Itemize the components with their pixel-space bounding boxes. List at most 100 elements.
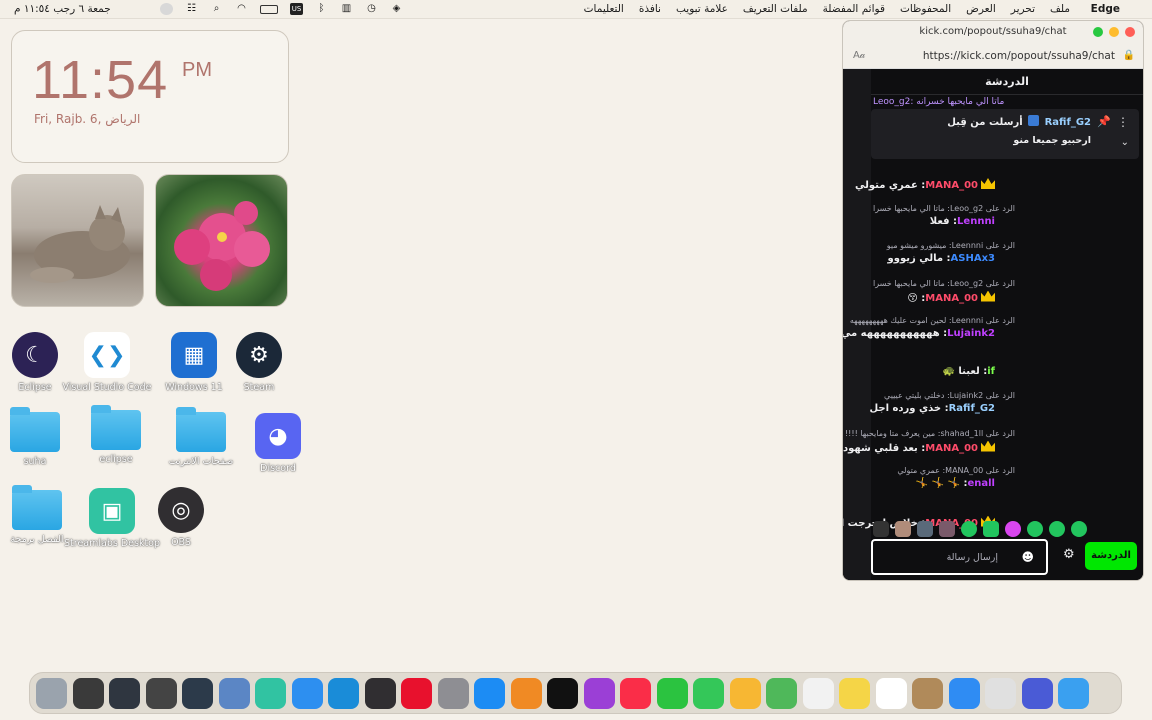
system-settings-icon[interactable] [437,677,469,709]
address-bar[interactable]: A𝒶 https://kick.com/popout/ssuha9/chat 🔒 [843,43,1143,69]
emote-icon[interactable] [1071,521,1087,537]
chat-username[interactable]: ASHAx3 [951,253,995,264]
window-thumb-1[interactable] [72,677,104,709]
control-center-icon[interactable]: ☷ [185,3,198,15]
window-titlebar[interactable]: kick.com/popout/ssuha9/chat [843,21,1143,43]
menu-profiles[interactable]: ملفات التعريف [743,3,808,15]
chevron-down-icon[interactable]: ⌄ [1121,137,1129,148]
facetime-icon[interactable] [656,677,688,709]
photos-icon[interactable] [729,677,761,709]
discord-app[interactable]: ◕ Discord [230,413,326,475]
emote-icon[interactable] [895,521,911,537]
menu-file[interactable]: ملف [1050,3,1070,15]
chat-username[interactable]: enall [967,478,995,489]
menu-history[interactable]: المحفوظات [900,3,951,15]
edge-icon[interactable] [328,677,359,709]
steam-app[interactable]: ⚙ Steam [211,332,307,394]
chat-message[interactable]: if: لعبنا 🐢 [873,351,1139,389]
menu-view[interactable]: العرض [966,3,996,15]
chat-message[interactable]: الرد على Leoo_g2: ماتا الي مايحبها خسرا L… [873,201,1139,239]
emote-icon[interactable] [917,521,933,537]
books-icon[interactable] [510,677,542,709]
vscode-app[interactable]: ❮❯ Visual Studio Code [59,332,155,394]
music-icon[interactable] [620,677,651,709]
vpn-icon[interactable]: ◈ [390,3,403,15]
stats-icon[interactable]: ▥ [340,3,353,15]
more-options-icon[interactable]: ⋮ [1117,115,1129,129]
app-store-icon[interactable] [474,677,505,709]
browser-popup-window[interactable]: kick.com/popout/ssuha9/chat A𝒶 https://k… [842,20,1144,581]
menu-clock[interactable]: جمعة ٦ رجب ١١:٥٤ م [14,3,111,15]
reply-context[interactable]: الرد على Leennni: لحين اموت عليك ههههههه… [850,316,1015,325]
bluetooth-icon[interactable]: ᛒ [315,3,328,15]
window-thumb-3[interactable] [145,677,177,709]
chat-username[interactable]: MANA_00 [925,443,978,454]
url-text[interactable]: https://kick.com/popout/ssuha9/chat [923,43,1115,69]
input-source-icon[interactable]: US [290,3,303,15]
menu-tab[interactable]: علامة تبويب [676,3,728,15]
emote-icon[interactable] [939,521,955,537]
emote-icon[interactable] [983,521,999,537]
chat-message[interactable]: MANA_00: عمري متولي [855,163,1139,201]
chat-message[interactable]: الرد على MANA_00: عمري متولي enall: 🤸 🤸 🤸 [873,463,1139,501]
emote-icon[interactable] [961,521,977,537]
safari-icon[interactable] [291,677,323,709]
pin-icon[interactable]: 📌 [1097,115,1111,128]
reply-context[interactable]: الرد على Lujaink2: دخلتي بليتي عيييي [884,391,1015,400]
streamlabs-icon[interactable] [255,677,286,709]
emote-icon[interactable] [873,521,889,537]
launchpad-icon[interactable] [985,677,1016,709]
emote-icon[interactable] [1005,521,1021,537]
emoji-icon[interactable]: ☻ [1021,550,1034,564]
chat-username[interactable]: Lujaink2 [947,328,995,339]
chat-message[interactable]: الرد على Leennni: لحين اموت عليك ههههههه… [843,313,1139,351]
battery-icon[interactable] [260,4,278,14]
send-chat-button[interactable]: الدردشة [1085,542,1137,570]
app-name-menu[interactable]: Edge [1091,3,1120,15]
menu-edit[interactable]: تحرير [1011,3,1035,15]
preview-icon[interactable] [218,677,250,709]
messages-icon[interactable] [693,677,724,709]
reminders-icon[interactable] [802,677,834,709]
reply-context[interactable]: الرد على MANA_00: عمري متولي [897,466,1015,475]
notes-icon[interactable] [839,677,870,709]
window-thumb-2[interactable] [109,677,140,709]
podcasts-icon[interactable] [583,677,615,709]
folder-eclipse[interactable]: eclipse [68,405,164,466]
chat-username[interactable]: if [987,366,995,377]
wifi-icon[interactable]: ◠ [235,3,248,15]
lock-icon[interactable]: 🔒 [1123,43,1135,69]
time-machine-icon[interactable]: ◷ [365,3,378,15]
chat-username[interactable]: Lennni [957,216,995,227]
trash-icon[interactable] [36,677,67,709]
apple-tv-icon[interactable] [547,677,578,709]
contacts-icon[interactable] [912,677,943,709]
photo-widget-cat[interactable] [11,174,144,307]
pinned-message[interactable]: Rafif_G2 أرسلت من قِبل ارحبيو جميعا منو … [871,109,1139,159]
zoom-button[interactable] [1093,27,1103,37]
clock-widget[interactable]: 11:54 PM Fri, Rajb. 6, الرياض [11,30,289,163]
minimize-button[interactable] [1109,27,1119,37]
obs-app[interactable]: ◎ OBS [133,487,229,549]
siri-icon[interactable] [1021,677,1053,709]
chat-message[interactable]: الرد على Leoo_g2: ماتا الي مايحبها خسرا M… [873,276,1139,314]
chat-username[interactable]: Rafif_G2 [949,403,995,414]
chat-username[interactable]: MANA_00 [925,293,978,304]
chat-message[interactable]: الرد على shahad_1ll: مين يعرف متا ومايحب… [843,426,1139,464]
photo-widget-flowers[interactable] [155,174,288,307]
close-button[interactable] [1125,27,1135,37]
search-icon[interactable]: ⌕ [210,3,223,15]
menu-window[interactable]: نافذة [639,3,661,15]
menu-help[interactable]: التعليمات [584,3,624,15]
opera-icon[interactable] [401,677,432,709]
menu-favorites[interactable]: قوائم المفضلة [823,3,885,15]
emote-icon[interactable] [1049,521,1065,537]
emote-icon[interactable] [1027,521,1043,537]
screen-recording-icon[interactable] [160,3,173,15]
read-aloud-icon[interactable]: A𝒶 [853,43,865,69]
reply-context[interactable]: الرد على Leoo_g2: ماتا الي مايحبها خسرا [873,204,1015,213]
finder-icon[interactable] [1058,677,1089,709]
maps-icon[interactable] [766,677,797,709]
calendar-icon[interactable] [875,677,907,709]
chat-message[interactable]: الرد على Lujaink2: دخلتي بليتي عيييي Rafi… [869,388,1139,426]
